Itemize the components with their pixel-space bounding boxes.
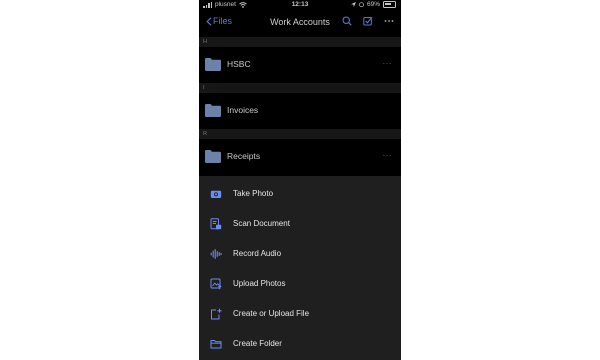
create-file-icon [211, 308, 222, 320]
add-action-sheet: Take Photo Scan Document Record Audio Up… [199, 176, 401, 360]
action-label: Record Audio [233, 249, 282, 258]
phone-screen: plusnet 12:13 69% Files Work Accounts H … [199, 0, 401, 360]
upload-photos-action[interactable]: Upload Photos [199, 269, 401, 299]
action-label: Create Folder [233, 339, 282, 348]
take-photo-action[interactable]: Take Photo [199, 179, 401, 209]
upload-photos-icon [210, 278, 222, 290]
action-label: Take Photo [233, 189, 274, 198]
camera-icon [210, 190, 222, 198]
scan-document-icon [210, 218, 222, 230]
create-or-upload-file-action[interactable]: Create or Upload File [199, 299, 401, 329]
scan-document-action[interactable]: Scan Document [199, 209, 401, 239]
action-label: Create or Upload File [233, 309, 310, 318]
folder-outline-icon [210, 340, 222, 349]
record-audio-action[interactable]: Record Audio [199, 239, 401, 269]
action-label: Scan Document [233, 219, 290, 228]
action-label: Upload Photos [233, 279, 286, 288]
audio-waveform-icon [210, 248, 222, 260]
create-folder-action[interactable]: Create Folder [199, 329, 401, 359]
